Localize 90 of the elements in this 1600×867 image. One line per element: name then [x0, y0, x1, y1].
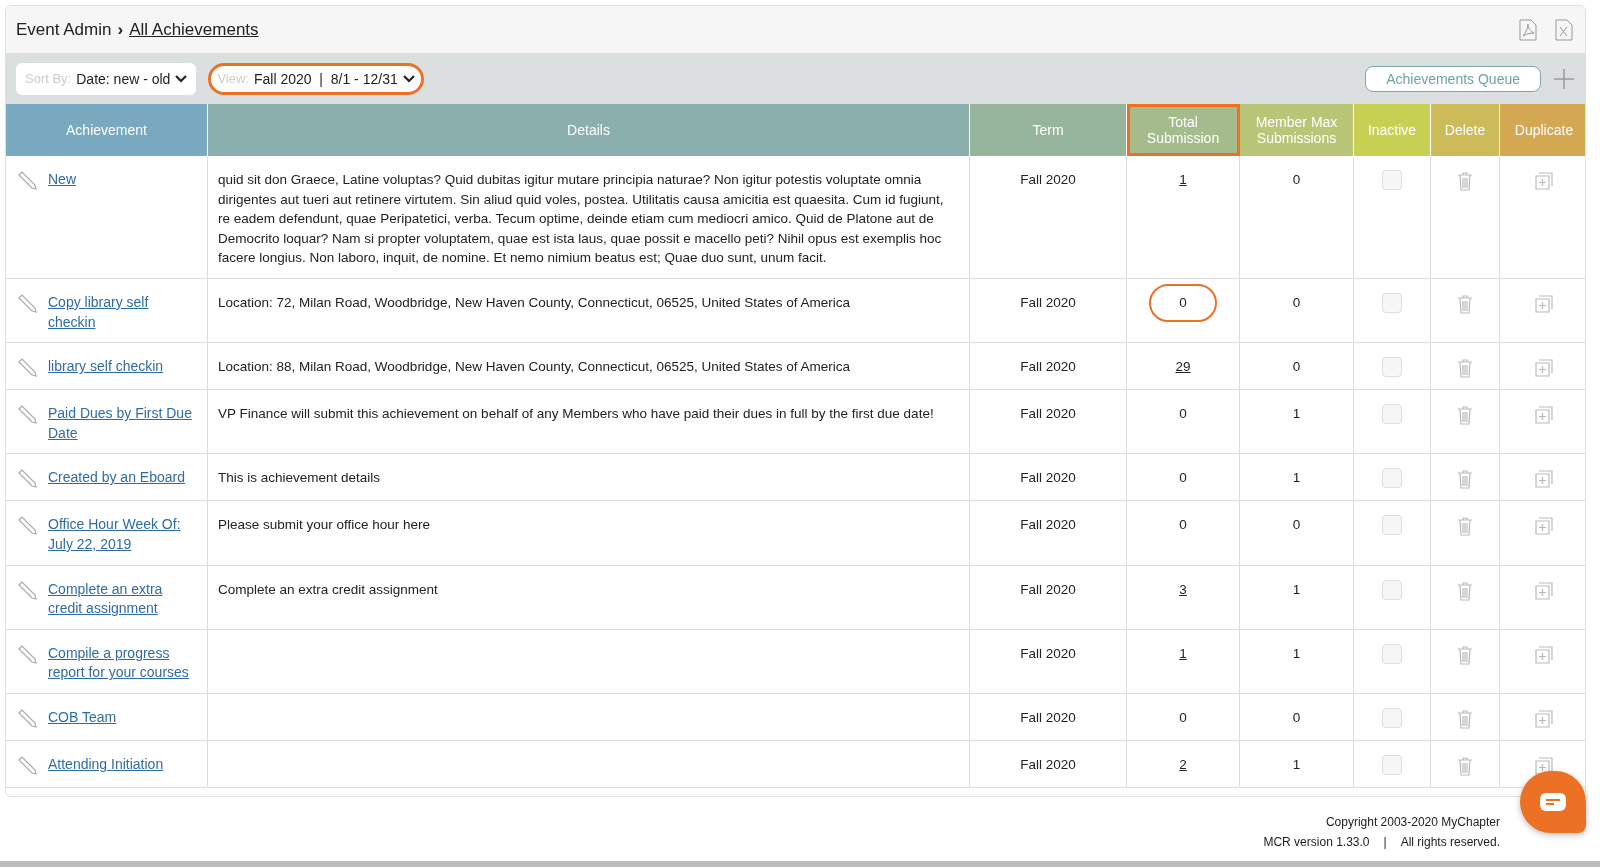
- total-submission-link[interactable]: 3: [1179, 579, 1187, 600]
- term-text: Fall 2020: [1020, 469, 1076, 488]
- achievement-link[interactable]: Attending Initiation: [48, 754, 164, 775]
- details-text: This is achievement details: [218, 469, 381, 488]
- pencil-icon[interactable]: [16, 170, 38, 192]
- chat-icon: [1539, 792, 1567, 812]
- term-text: Fall 2020: [1020, 293, 1076, 312]
- term-text: Fall 2020: [1020, 708, 1076, 727]
- max-submissions-text: 0: [1292, 708, 1301, 727]
- achievement-link[interactable]: Paid Dues by First Due Date: [48, 404, 197, 444]
- pencil-icon[interactable]: [16, 643, 38, 666]
- pencil-icon[interactable]: [16, 515, 38, 538]
- pencil-icon[interactable]: [16, 404, 38, 427]
- pencil-icon[interactable]: [16, 754, 38, 777]
- spreadsheet-document-icon[interactable]: [1553, 18, 1575, 41]
- duplicate-icon[interactable]: [1533, 292, 1555, 315]
- duplicate-icon[interactable]: [1533, 404, 1555, 427]
- achievement-link[interactable]: Compile a progress report for your courses: [48, 643, 197, 683]
- column-header: Delete: [1431, 104, 1500, 156]
- term-text: Fall 2020: [1020, 644, 1076, 663]
- details-text: VP Finance will submit this achievement on behalf of any Members who have paid their dues in full by the first due date!: [218, 405, 934, 424]
- max-submissions-text: 0: [1292, 358, 1301, 377]
- term-text: Fall 2020: [1020, 755, 1076, 774]
- column-header: Achievement: [6, 104, 208, 156]
- duplicate-icon[interactable]: [1533, 643, 1555, 666]
- duplicate-icon[interactable]: [1533, 357, 1555, 380]
- total-submission-count: 0: [1179, 708, 1187, 727]
- footer-divider: |: [1383, 835, 1387, 849]
- details-text: Complete an extra credit assignment: [218, 580, 438, 599]
- total-submission-count: 0: [1179, 516, 1187, 535]
- total-submission-link[interactable]: 1: [1179, 643, 1187, 664]
- pencil-icon[interactable]: [16, 468, 38, 491]
- copyright-text: Copyright 2003-2020 MyChapter: [1325, 815, 1500, 829]
- duplicate-icon[interactable]: [1533, 754, 1555, 777]
- pdf-document-icon[interactable]: [1517, 18, 1539, 41]
- achievement-link[interactable]: Created by an Eboard: [48, 468, 185, 488]
- term-text: Fall 2020: [1020, 516, 1076, 535]
- pencil-icon[interactable]: [16, 292, 38, 315]
- max-submissions-text: 1: [1292, 405, 1301, 424]
- breadcrumb-separator: ›: [117, 19, 124, 40]
- chat-button[interactable]: [1520, 771, 1586, 833]
- chevron-down-icon: [402, 74, 415, 83]
- term-text: Fall 2020: [1020, 171, 1076, 189]
- total-submission-link[interactable]: 1: [1179, 170, 1187, 190]
- breadcrumb-link[interactable]: All Achievements: [129, 19, 259, 40]
- achievement-link[interactable]: Complete an extra credit assignment: [48, 579, 197, 619]
- max-submissions-text: 1: [1292, 580, 1301, 599]
- column-header: Member Max Submissions: [1240, 104, 1354, 156]
- max-submissions-text: 0: [1292, 516, 1301, 535]
- details-text: Location: 72, Milan Road, Woodbridge, New Haven County, Connecticut, 06525, United States of America: [218, 293, 851, 312]
- duplicate-icon[interactable]: [1533, 468, 1555, 491]
- column-header: Inactive: [1354, 104, 1431, 156]
- achievement-link[interactable]: Copy library self checkin: [48, 292, 197, 333]
- duplicate-icon[interactable]: [1533, 579, 1555, 602]
- duplicate-icon[interactable]: [1533, 170, 1555, 192]
- pencil-icon[interactable]: [16, 579, 38, 602]
- total-submission-link[interactable]: 2: [1179, 754, 1187, 775]
- max-submissions-text: 1: [1292, 644, 1301, 663]
- details-text: Please submit your office hour here: [218, 516, 431, 535]
- column-header: Total Submission: [1127, 104, 1240, 156]
- pencil-icon[interactable]: [16, 707, 38, 730]
- total-submission-link[interactable]: 29: [1175, 357, 1191, 377]
- max-submissions-text: 1: [1292, 755, 1301, 774]
- max-submissions-text: 0: [1292, 171, 1301, 189]
- achievement-link[interactable]: New: [48, 170, 76, 190]
- max-submissions-text: 1: [1292, 469, 1301, 488]
- achievement-link[interactable]: library self checkin: [48, 357, 164, 377]
- duplicate-icon[interactable]: [1533, 707, 1555, 730]
- version-text: MCR version 1.33.0: [1263, 835, 1370, 849]
- details-text: quid sit don Graece, Latine voluptas? Quid dubitas igitur mutare principia naturae? Non igitur potestis voluptate omnia dirigentes aut tueri aut retinere virtutem. Sin aliud quid voles, postea. Utilitatis causa amicitia est quaesita. Cum id fugiunt, re eadem defendunt, quae Peripatetici, verba. Tecum optime, deinde etiam cum mediocri amico. Quid de Platone aut de Democrito loquar? Nam si propter voluptatem, quae est ista laus, quae possit e macello peti? Nihil opus est exemplis hoc facere longius. Non laboro, inquit, de nomine. Et nemo nimium beatus est; Quae duo sunt, unum facit.: [218, 171, 945, 268]
- achievement-link[interactable]: Office Hour Week Of: July 22, 2019: [48, 515, 197, 555]
- rights-text: All rights reserved.: [1400, 835, 1500, 849]
- term-text: Fall 2020: [1020, 580, 1076, 599]
- column-header: Duplicate: [1500, 104, 1585, 156]
- achievements-queue-button[interactable]: Achievements Queue: [1365, 65, 1541, 92]
- pencil-icon[interactable]: [16, 357, 38, 380]
- total-submission-count: 0: [1179, 405, 1187, 424]
- max-submissions-text: 0: [1292, 293, 1301, 312]
- chevron-down-icon: [175, 74, 188, 83]
- total-submission-count: 0: [1179, 469, 1187, 488]
- duplicate-icon[interactable]: [1533, 515, 1555, 538]
- details-text: Location: 88, Milan Road, Woodbridge, New Haven County, Connecticut, 06525, United States of America: [218, 358, 851, 377]
- term-text: Fall 2020: [1020, 358, 1076, 377]
- total-submission-count: 0: [1149, 283, 1217, 322]
- column-header: Details: [208, 104, 970, 156]
- add-icon[interactable]: [1553, 67, 1575, 90]
- breadcrumb-parent: Event Admin: [16, 19, 112, 40]
- achievement-link[interactable]: COB Team: [48, 707, 117, 728]
- column-header: Term: [970, 104, 1127, 156]
- term-text: Fall 2020: [1020, 405, 1076, 424]
